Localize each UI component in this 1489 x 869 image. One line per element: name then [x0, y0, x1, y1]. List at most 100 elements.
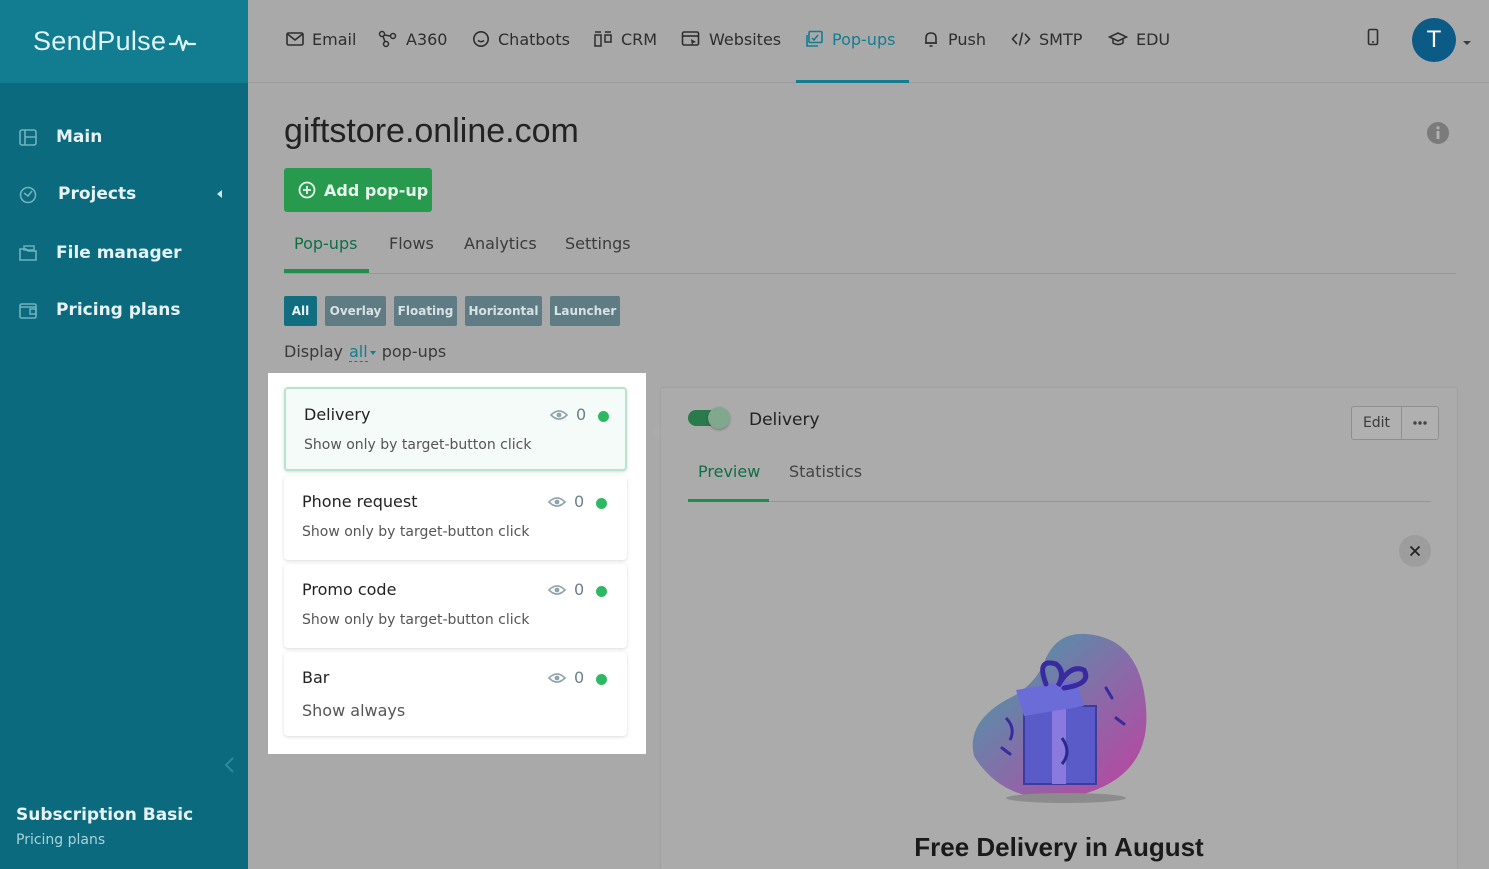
nav-label: Websites — [709, 29, 782, 49]
nav-email[interactable]: Email — [286, 27, 356, 51]
gift-box-illustration — [972, 633, 1147, 803]
active-preview-tab-indicator — [688, 499, 769, 502]
filter-horizontal[interactable]: Horizontal — [465, 296, 542, 326]
view-count: 0 — [574, 492, 585, 511]
eye-icon — [548, 585, 566, 595]
nav-websites[interactable]: Websites — [681, 27, 781, 51]
filter-floating[interactable]: Floating — [394, 296, 457, 326]
active-tab-indicator — [284, 269, 369, 273]
nav-label: SMTP — [1039, 29, 1083, 49]
eye-icon — [548, 497, 566, 507]
popup-trigger: Show always — [302, 701, 406, 720]
popup-title: Promo code — [302, 580, 397, 599]
filter-launcher[interactable]: Launcher — [550, 296, 620, 326]
nav-chatbots[interactable]: Chatbots — [472, 27, 570, 51]
popup-trigger: Show only by target-button click — [302, 612, 530, 628]
page-title: giftstore.online.com — [284, 112, 579, 150]
preview-popup-title: Delivery — [749, 410, 820, 430]
popup-card-delivery[interactable]: Delivery Show only by target-button clic… — [284, 387, 627, 471]
popup-card-phone-request[interactable]: Phone request Show only by target-button… — [284, 476, 627, 560]
sidebar: SendPulse Main Projects File manager Pri… — [0, 0, 248, 869]
popup-card-bar[interactable]: Bar Show always 0 — [284, 652, 627, 736]
section-tabs: Pop-ups Flows Analytics Settings — [284, 228, 1456, 274]
popup-card-promo-code[interactable]: Promo code Show only by target-button cl… — [284, 564, 627, 648]
view-count: 0 — [574, 580, 585, 599]
eye-icon — [550, 410, 568, 420]
sidebar-item-pricing-plans[interactable]: Pricing plans — [0, 290, 248, 330]
popup-trigger: Show only by target-button click — [304, 437, 532, 453]
popup-preview-panel: Delivery Edit Preview Statistics Free De… — [661, 388, 1457, 869]
mobile-app-icon[interactable] — [1367, 28, 1379, 46]
close-preview-button[interactable] — [1399, 535, 1431, 567]
tab-flows[interactable]: Flows — [389, 234, 434, 253]
ellipsis-icon — [1413, 421, 1427, 425]
tab-analytics[interactable]: Analytics — [464, 234, 537, 253]
collapse-sidebar-icon[interactable] — [222, 755, 238, 775]
brand-name: SendPulse — [33, 26, 167, 56]
preview-tabs: Preview Statistics — [688, 460, 1431, 502]
automation-icon — [378, 30, 397, 48]
status-dot — [598, 411, 609, 422]
sidebar-item-label: File manager — [56, 243, 182, 263]
nav-label: A360 — [406, 29, 448, 49]
active-nav-indicator — [796, 80, 909, 83]
code-icon — [1011, 32, 1031, 46]
filter-overlay[interactable]: Overlay — [325, 296, 386, 326]
view-count: 0 — [574, 668, 585, 687]
popup-active-toggle[interactable] — [688, 407, 730, 429]
tab-popups[interactable]: Pop-ups — [294, 234, 357, 253]
display-suffix: pop-ups — [381, 342, 447, 361]
popup-trigger: Show only by target-button click — [302, 524, 530, 540]
tab-preview[interactable]: Preview — [698, 462, 760, 481]
nav-label: Chatbots — [498, 29, 570, 49]
toggle-knob — [708, 407, 730, 429]
nav-push[interactable]: Push — [922, 27, 986, 51]
sidebar-item-main[interactable]: Main — [0, 117, 248, 157]
nav-label: Email — [312, 29, 357, 49]
display-filter: Display all pop-ups — [284, 342, 447, 362]
dashboard-icon — [19, 129, 37, 146]
plus-circle-icon — [298, 181, 316, 199]
pulse-icon — [169, 34, 197, 51]
edit-button[interactable]: Edit — [1352, 407, 1402, 439]
more-options-button[interactable] — [1402, 407, 1438, 439]
popup-list: Delivery Show only by target-button clic… — [268, 373, 646, 754]
edit-actions: Edit — [1351, 406, 1439, 440]
add-popup-button[interactable]: Add pop-up — [284, 168, 432, 212]
sidebar-item-file-manager[interactable]: File manager — [0, 233, 248, 273]
popup-title: Bar — [302, 668, 330, 687]
user-avatar[interactable]: T — [1412, 18, 1456, 62]
add-popup-label: Add pop-up — [324, 180, 429, 200]
crm-icon — [594, 31, 612, 47]
nav-label: Push — [948, 29, 986, 49]
nav-popups[interactable]: Pop-ups — [804, 27, 895, 51]
popup-headline: Free Delivery in August — [914, 832, 1204, 862]
status-dot — [596, 674, 607, 685]
display-select[interactable]: all — [348, 342, 368, 362]
tab-statistics[interactable]: Statistics — [789, 462, 862, 481]
nav-a360[interactable]: A360 — [378, 27, 447, 51]
graduation-cap-icon — [1108, 32, 1128, 46]
tab-settings[interactable]: Settings — [565, 234, 631, 253]
chevron-left-icon[interactable] — [217, 190, 222, 198]
website-icon — [681, 31, 700, 46]
nav-edu[interactable]: EDU — [1108, 27, 1170, 51]
logo[interactable]: SendPulse — [0, 0, 248, 83]
chevron-down-icon[interactable] — [1463, 41, 1471, 45]
sidebar-item-label: Projects — [58, 184, 137, 204]
caret-down-icon[interactable] — [369, 350, 376, 355]
folder-icon — [19, 245, 37, 261]
bell-icon — [925, 32, 937, 47]
filter-all[interactable]: All — [284, 296, 317, 326]
wallet-icon — [19, 303, 37, 319]
popup-title: Phone request — [302, 492, 418, 511]
view-count: 0 — [576, 405, 587, 424]
sidebar-item-projects[interactable]: Projects — [0, 174, 248, 214]
pricing-plans-link[interactable]: Pricing plans — [16, 832, 105, 848]
info-icon[interactable] — [1426, 121, 1450, 145]
status-dot — [596, 498, 607, 509]
nav-smtp[interactable]: SMTP — [1011, 27, 1082, 51]
panel-pointer — [651, 422, 661, 442]
eye-icon — [548, 673, 566, 683]
nav-crm[interactable]: CRM — [593, 27, 657, 51]
